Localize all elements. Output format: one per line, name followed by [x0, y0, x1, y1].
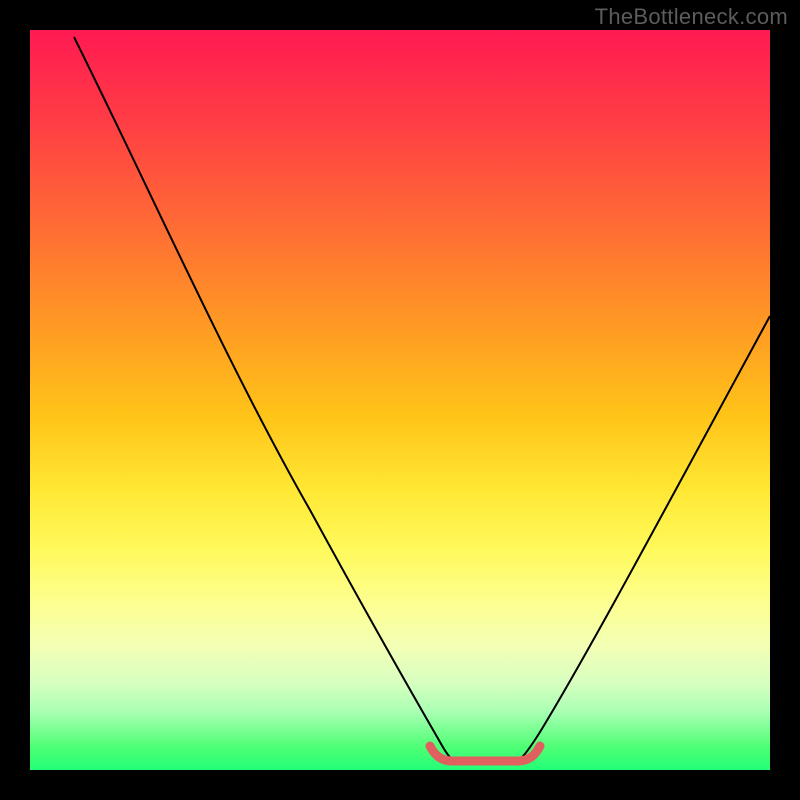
curve-layer [30, 30, 770, 770]
chart-frame: TheBottleneck.com [0, 0, 800, 800]
right-curve [519, 316, 770, 760]
watermark: TheBottleneck.com [595, 4, 788, 30]
left-curve [74, 37, 453, 760]
plot-area [30, 30, 770, 770]
